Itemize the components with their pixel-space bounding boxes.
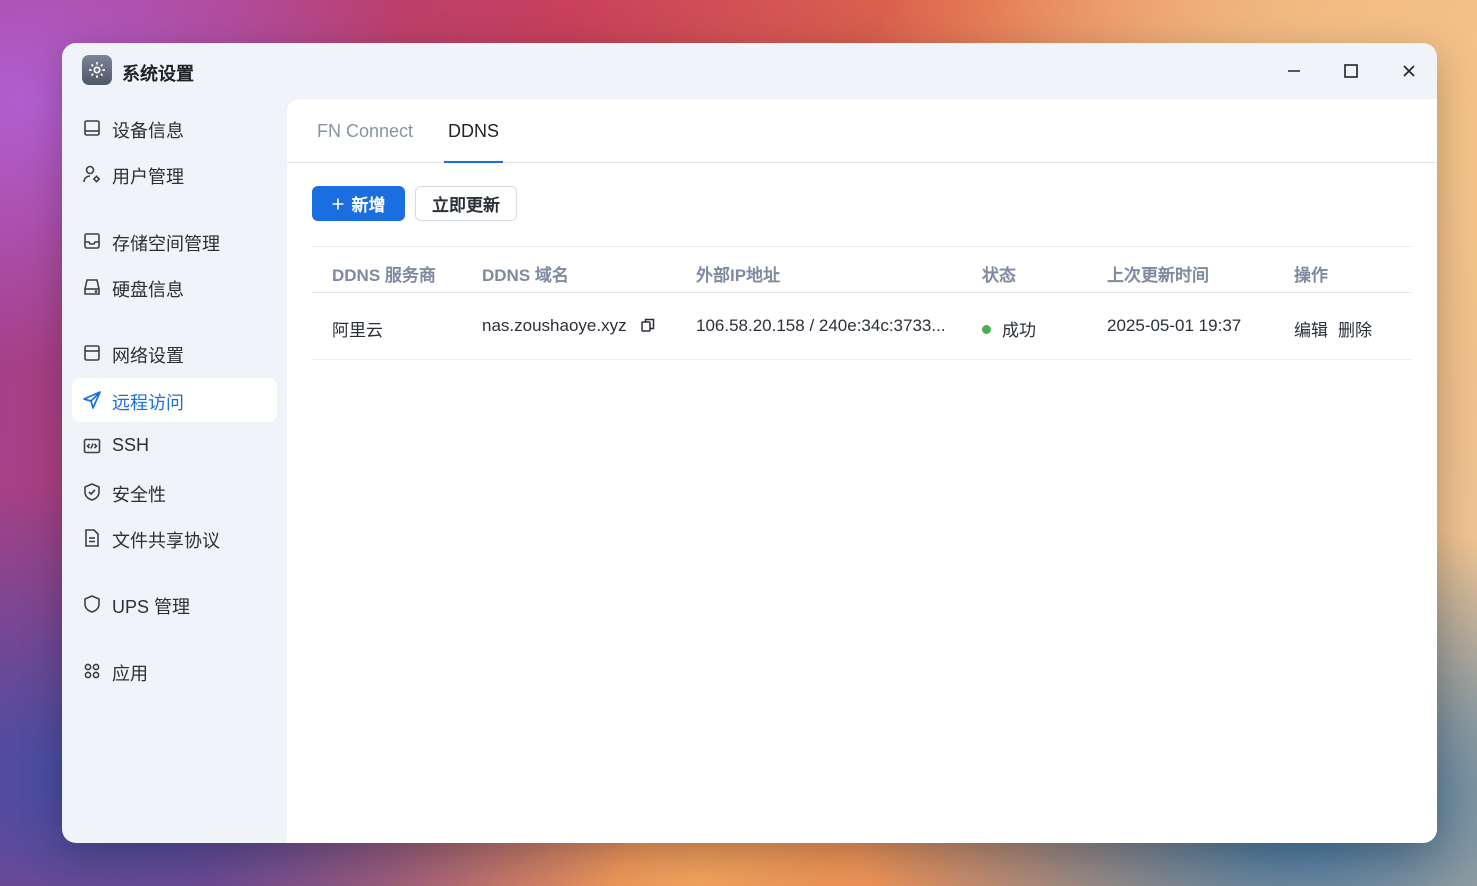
domain-cell: nas.zoushaoye.xyz: [482, 316, 627, 335]
harddisk-icon: [84, 279, 100, 295]
sidebar-item-label: SSH: [112, 435, 150, 455]
sidebar-item-label: 网络设置: [112, 346, 184, 366]
shield-check-icon: [84, 483, 100, 501]
add-button[interactable]: 新增: [312, 186, 405, 221]
sidebar-item-label: 存储空间管理: [112, 234, 220, 254]
user-settings-icon: [83, 165, 100, 183]
sidebar-item-disk-info[interactable]: 硬盘信息: [72, 265, 277, 309]
sidebar-item-label: 用户管理: [112, 167, 184, 187]
column-header-domain: DDNS 域名: [482, 266, 569, 285]
inbox-icon: [84, 233, 100, 249]
status-cell: 成功: [982, 316, 1036, 341]
close-icon: [1403, 65, 1415, 77]
sidebar-item-label: UPS 管理: [112, 597, 191, 617]
sidebar-item-network[interactable]: 网络设置: [72, 331, 277, 375]
sidebar-item-label: 硬盘信息: [112, 280, 184, 300]
window-title: 系统设置: [122, 64, 194, 84]
apps-icon: [84, 663, 100, 679]
ip-cell: 106.58.20.158 / 240e:34c:3733...: [696, 316, 946, 335]
plus-icon: [332, 198, 343, 209]
column-header-updated: 上次更新时间: [1107, 266, 1209, 285]
sidebar-item-label: 安全性: [112, 485, 166, 505]
code-icon: [83, 438, 101, 454]
main-content: FN Connect DDNS 新增 立即更新 DDNS 服务商 DDNS 域名…: [287, 99, 1437, 843]
network-icon: [84, 345, 100, 361]
update-now-label: 立即更新: [432, 196, 500, 215]
shield-icon: [84, 595, 100, 613]
sidebar-item-ssh[interactable]: SSH: [72, 424, 277, 468]
minimize-button[interactable]: [1279, 57, 1309, 85]
column-header-actions: 操作: [1294, 266, 1328, 285]
status-text: 成功: [1002, 321, 1036, 340]
send-icon: [83, 391, 101, 409]
sidebar-item-storage[interactable]: 存储空间管理: [72, 219, 277, 263]
sidebar-item-ups[interactable]: UPS 管理: [72, 582, 277, 626]
column-header-ip: 外部IP地址: [696, 266, 781, 285]
delete-link[interactable]: 删除: [1338, 321, 1372, 340]
status-dot-icon: [982, 325, 991, 334]
title-bar: 系统设置: [62, 43, 1437, 99]
gear-icon: [82, 55, 112, 85]
sidebar-item-label: 应用: [112, 664, 148, 684]
add-button-label: 新增: [351, 196, 386, 215]
table-row: 阿里云 nas.zoushaoye.xyz 106.58.20.158 / 24…: [312, 293, 1412, 360]
table-header: DDNS 服务商 DDNS 域名 外部IP地址 状态 上次更新时间 操作: [312, 246, 1412, 293]
sidebar: 设备信息 用户管理 存储空间管理 硬盘信息 网络设置 远程访问 SSH 安全性: [62, 99, 287, 843]
file-text-icon: [85, 529, 99, 547]
maximize-button[interactable]: [1336, 57, 1366, 85]
sidebar-item-file-sharing[interactable]: 文件共享协议: [72, 516, 277, 560]
sidebar-item-device-info[interactable]: 设备信息: [72, 106, 277, 150]
actions-cell: 编辑 删除: [1294, 316, 1382, 341]
sidebar-item-apps[interactable]: 应用: [72, 649, 277, 693]
copy-icon[interactable]: [640, 317, 656, 333]
ddns-table: DDNS 服务商 DDNS 域名 外部IP地址 状态 上次更新时间 操作 阿里云…: [312, 246, 1412, 360]
sidebar-item-security[interactable]: 安全性: [72, 470, 277, 514]
sidebar-item-label: 设备信息: [112, 121, 184, 141]
provider-cell: 阿里云: [332, 321, 383, 340]
close-button[interactable]: [1394, 57, 1424, 85]
maximize-icon: [1344, 64, 1358, 78]
monitor-icon: [84, 120, 100, 136]
tab-ddns[interactable]: DDNS: [443, 121, 504, 163]
tab-bar: FN Connect DDNS: [287, 99, 1437, 163]
tab-fn-connect[interactable]: FN Connect: [317, 121, 413, 163]
column-header-status: 状态: [982, 266, 1016, 285]
sidebar-item-user-management[interactable]: 用户管理: [72, 152, 277, 196]
minimize-icon: [1288, 70, 1300, 72]
edit-link[interactable]: 编辑: [1294, 321, 1328, 340]
sidebar-item-remote-access[interactable]: 远程访问: [72, 378, 277, 422]
updated-cell: 2025-05-01 19:37: [1107, 316, 1242, 335]
column-header-provider: DDNS 服务商: [332, 266, 436, 285]
update-now-button[interactable]: 立即更新: [415, 186, 517, 221]
sidebar-item-label: 文件共享协议: [112, 531, 220, 551]
settings-window: 系统设置 设备信息 用户管理 存储空间管理 硬盘信息 网络设置 远程访问 SSH…: [62, 43, 1437, 843]
sidebar-item-label: 远程访问: [112, 393, 184, 413]
